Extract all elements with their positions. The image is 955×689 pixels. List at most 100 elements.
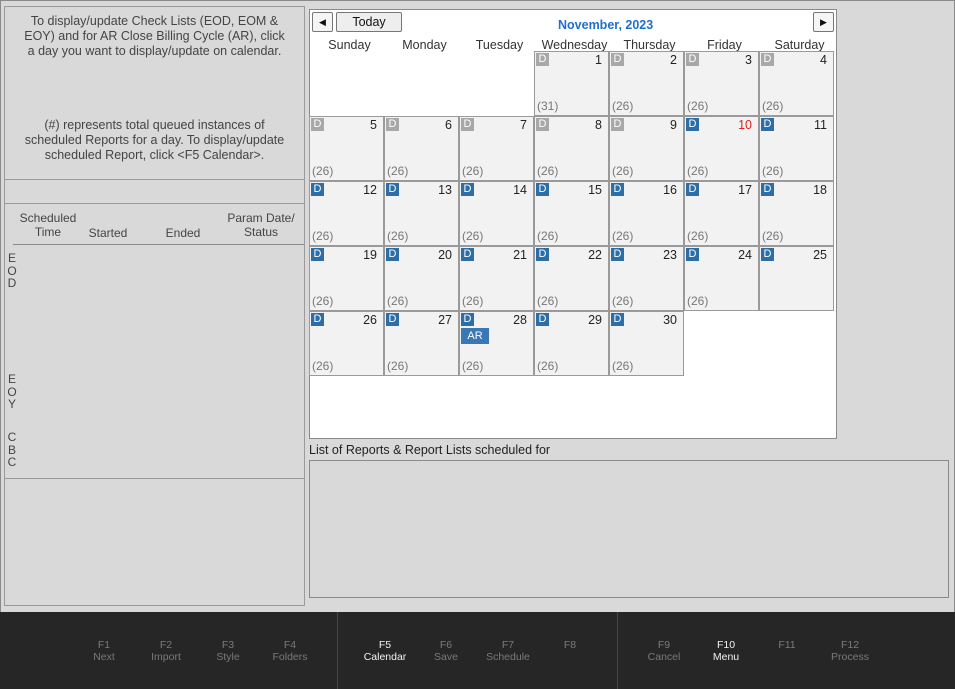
calendar-day-18[interactable]: D 18 (26) — [759, 181, 834, 246]
day-number: 5 — [370, 118, 377, 132]
day-number: 8 — [595, 118, 602, 132]
weekday-header: Friday — [707, 38, 742, 52]
divider — [5, 203, 304, 204]
calendar-day-9[interactable]: D 9 (26) — [609, 116, 684, 181]
day-number: 23 — [663, 248, 677, 262]
calendar-day-23[interactable]: D 23 (26) — [609, 246, 684, 311]
calendar-day-13[interactable]: D 13 (26) — [384, 181, 459, 246]
fkey-f8[interactable]: F8 — [539, 639, 601, 651]
eod-badge[interactable]: D — [536, 183, 549, 196]
eod-badge[interactable]: D — [536, 248, 549, 261]
calendar-day-16[interactable]: D 16 (26) — [609, 181, 684, 246]
day-number: 22 — [588, 248, 602, 262]
section-label-eoy: EOY — [7, 372, 17, 411]
calendar-day-28[interactable]: D 28 AR (26) — [459, 311, 534, 376]
fkey-f2[interactable]: F2 Import — [135, 639, 197, 663]
calendar-day-2[interactable]: D 2 (26) — [609, 51, 684, 116]
calendar-day-29[interactable]: D 29 (26) — [534, 311, 609, 376]
fkey-label: Cancel — [647, 651, 681, 663]
queued-report-count: (31) — [537, 99, 559, 113]
fkey-f4[interactable]: F4 Folders — [259, 639, 321, 663]
eod-badge[interactable]: D — [761, 53, 774, 66]
next-month-button[interactable]: ▶ — [813, 12, 834, 32]
calendar-day-21[interactable]: D 21 (26) — [459, 246, 534, 311]
eod-badge[interactable]: D — [386, 118, 399, 131]
fkey-f5[interactable]: F5 Calendar — [354, 639, 416, 663]
day-number: 20 — [438, 248, 452, 262]
calendar-day-6[interactable]: D 6 (26) — [384, 116, 459, 181]
eod-badge[interactable]: D — [686, 118, 699, 131]
queued-report-count: (26) — [612, 294, 634, 308]
eod-badge[interactable]: D — [311, 118, 324, 131]
calendar-day-12[interactable]: D 12 (26) — [309, 181, 384, 246]
calendar-day-1[interactable]: D 1 (31) — [534, 51, 609, 116]
weekday-header: Sunday — [328, 38, 371, 52]
calendar-day-22[interactable]: D 22 (26) — [534, 246, 609, 311]
fkey-f10[interactable]: F10 Menu — [695, 639, 757, 663]
section-label-eod: EOD — [7, 251, 17, 290]
eod-badge[interactable]: D — [611, 118, 624, 131]
eod-badge[interactable]: D — [461, 118, 474, 131]
col-started: Started — [88, 226, 128, 240]
fkey-code: F8 — [563, 639, 577, 651]
fkey-f1[interactable]: F1 Next — [73, 639, 135, 663]
ar-badge[interactable]: AR — [461, 328, 489, 344]
eod-badge[interactable]: D — [461, 248, 474, 261]
today-button[interactable]: Today — [336, 12, 402, 32]
queued-report-count: (26) — [612, 164, 634, 178]
calendar-day-20[interactable]: D 20 (26) — [384, 246, 459, 311]
eod-badge[interactable]: D — [761, 248, 774, 261]
calendar-day-4[interactable]: D 4 (26) — [759, 51, 834, 116]
calendar-day-14[interactable]: D 14 (26) — [459, 181, 534, 246]
calendar-day-25[interactable]: D 25 — [759, 246, 834, 311]
eod-badge[interactable]: D — [461, 183, 474, 196]
day-number: 11 — [814, 118, 827, 132]
queued-report-count: (26) — [537, 294, 559, 308]
day-number: 1 — [595, 53, 602, 67]
calendar-day-10[interactable]: D 10 (26) — [684, 116, 759, 181]
eod-badge[interactable]: D — [611, 313, 624, 326]
eod-badge[interactable]: D — [386, 313, 399, 326]
calendar-day-11[interactable]: D 11 (26) — [759, 116, 834, 181]
eod-badge[interactable]: D — [461, 313, 474, 326]
fkey-f6[interactable]: F6 Save — [415, 639, 477, 663]
calendar-day-27[interactable]: D 27 (26) — [384, 311, 459, 376]
calendar-day-26[interactable]: D 26 (26) — [309, 311, 384, 376]
calendar-day-19[interactable]: D 19 (26) — [309, 246, 384, 311]
eod-badge[interactable]: D — [536, 53, 549, 66]
calendar-day-8[interactable]: D 8 (26) — [534, 116, 609, 181]
fkey-f11[interactable]: F11 — [756, 639, 818, 651]
eod-badge[interactable]: D — [386, 248, 399, 261]
eod-badge[interactable]: D — [686, 248, 699, 261]
calendar-day-5[interactable]: D 5 (26) — [309, 116, 384, 181]
calendar-day-24[interactable]: D 24 (26) — [684, 246, 759, 311]
eod-badge[interactable]: D — [686, 183, 699, 196]
calendar-day-17[interactable]: D 17 (26) — [684, 181, 759, 246]
eod-badge[interactable]: D — [611, 248, 624, 261]
eod-badge[interactable]: D — [611, 183, 624, 196]
eod-badge[interactable]: D — [311, 183, 324, 196]
eod-badge[interactable]: D — [311, 248, 324, 261]
fkey-f7[interactable]: F7 Schedule — [477, 639, 539, 663]
eod-badge[interactable]: D — [761, 118, 774, 131]
calendar-day-15[interactable]: D 15 (26) — [534, 181, 609, 246]
queued-report-count: (26) — [537, 164, 559, 178]
eod-badge[interactable]: D — [761, 183, 774, 196]
queued-report-count: (26) — [612, 99, 634, 113]
queued-report-count: (26) — [312, 229, 334, 243]
calendar-day-7[interactable]: D 7 (26) — [459, 116, 534, 181]
queued-report-count: (26) — [462, 229, 484, 243]
calendar-day-3[interactable]: D 3 (26) — [684, 51, 759, 116]
prev-month-button[interactable]: ◀ — [312, 12, 333, 32]
fkey-f3[interactable]: F3 Style — [197, 639, 259, 663]
fkey-code: F3 — [221, 639, 235, 651]
fkey-f9[interactable]: F9 Cancel — [633, 639, 695, 663]
eod-badge[interactable]: D — [686, 53, 699, 66]
eod-badge[interactable]: D — [536, 118, 549, 131]
eod-badge[interactable]: D — [611, 53, 624, 66]
fkey-f12[interactable]: F12 Process — [819, 639, 881, 663]
eod-badge[interactable]: D — [311, 313, 324, 326]
eod-badge[interactable]: D — [536, 313, 549, 326]
calendar-day-30[interactable]: D 30 (26) — [609, 311, 684, 376]
eod-badge[interactable]: D — [386, 183, 399, 196]
